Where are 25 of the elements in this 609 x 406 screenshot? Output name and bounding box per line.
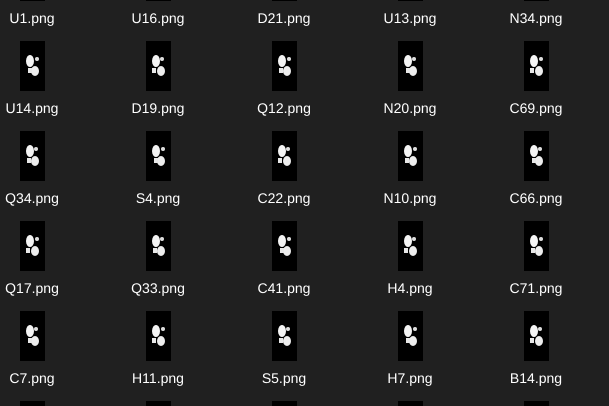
file-name[interactable]: C71.png (510, 279, 562, 298)
file-name[interactable]: C69.png (510, 99, 562, 118)
file-name[interactable]: C7.png (9, 369, 55, 388)
file-name[interactable]: U13.png (384, 9, 436, 28)
file-name[interactable]: U16.png (132, 9, 184, 28)
file-name[interactable]: Q33.png (131, 279, 185, 298)
file-name[interactable]: N20.png (384, 99, 436, 118)
file-name[interactable]: Q17.png (5, 279, 59, 298)
file-name[interactable]: U1.png (9, 9, 55, 28)
file-name[interactable]: H7.png (387, 369, 433, 388)
file-name[interactable]: N10.png (384, 189, 436, 208)
file-name[interactable]: C41.png (258, 279, 310, 298)
file-name[interactable]: H11.png (132, 369, 184, 388)
file-name[interactable]: C22.png (258, 189, 310, 208)
file-name[interactable]: S5.png (262, 369, 306, 388)
file-name[interactable]: N34.png (510, 9, 562, 28)
file-name[interactable]: Q12.png (257, 99, 311, 118)
file-name[interactable]: H4.png (387, 279, 433, 298)
file-name[interactable]: C66.png (510, 189, 562, 208)
file-name[interactable]: Q34.png (5, 189, 59, 208)
file-name[interactable]: D21.png (258, 9, 310, 28)
file-name[interactable]: D19.png (132, 99, 184, 118)
file-name[interactable]: U14.png (6, 99, 58, 118)
file-name[interactable]: B14.png (510, 369, 562, 388)
file-name[interactable]: S4.png (136, 189, 180, 208)
